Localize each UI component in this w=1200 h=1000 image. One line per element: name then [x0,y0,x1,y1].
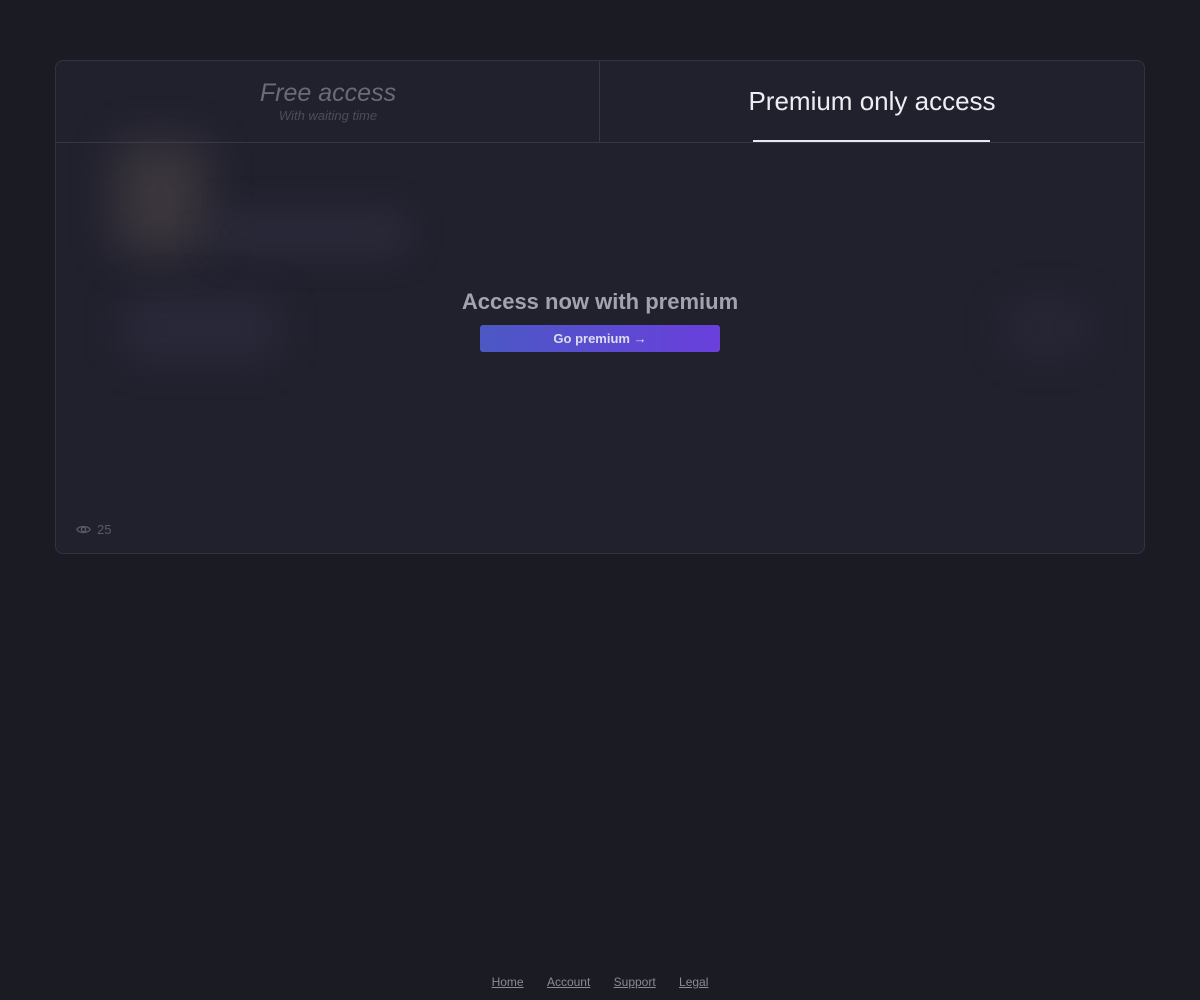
go-premium-button[interactable]: Go premium → [480,325,720,352]
locked-content-area: Access now with premium Go premium → 25 [56,143,1144,553]
tab-free-access-title: Free access [259,79,397,107]
view-count: 25 [76,519,111,539]
footer-link-account[interactable]: Account [547,975,590,989]
footer-link-home[interactable]: Home [492,975,524,989]
access-tabs: Free access With waiting time Premium on… [56,61,1144,143]
eye-icon [76,524,97,535]
active-tab-indicator [753,140,990,142]
premium-heading: Access now with premium [461,289,739,314]
access-card: Free access With waiting time Premium on… [55,60,1145,554]
footer-nav: Home Account Support Legal [0,975,1200,989]
tab-free-access[interactable]: Free access With waiting time [56,61,600,142]
tab-premium-access-title: Premium only access [748,86,996,116]
tab-premium-access[interactable]: Premium only access [600,61,1144,142]
blurred-preview-text [216,213,406,253]
blurred-preview-image [116,143,206,253]
view-count-value: 25 [97,521,112,537]
footer-link-support[interactable]: Support [614,975,656,989]
tab-free-access-subtitle: With waiting time [278,108,378,123]
footer-link-legal[interactable]: Legal [679,975,708,989]
